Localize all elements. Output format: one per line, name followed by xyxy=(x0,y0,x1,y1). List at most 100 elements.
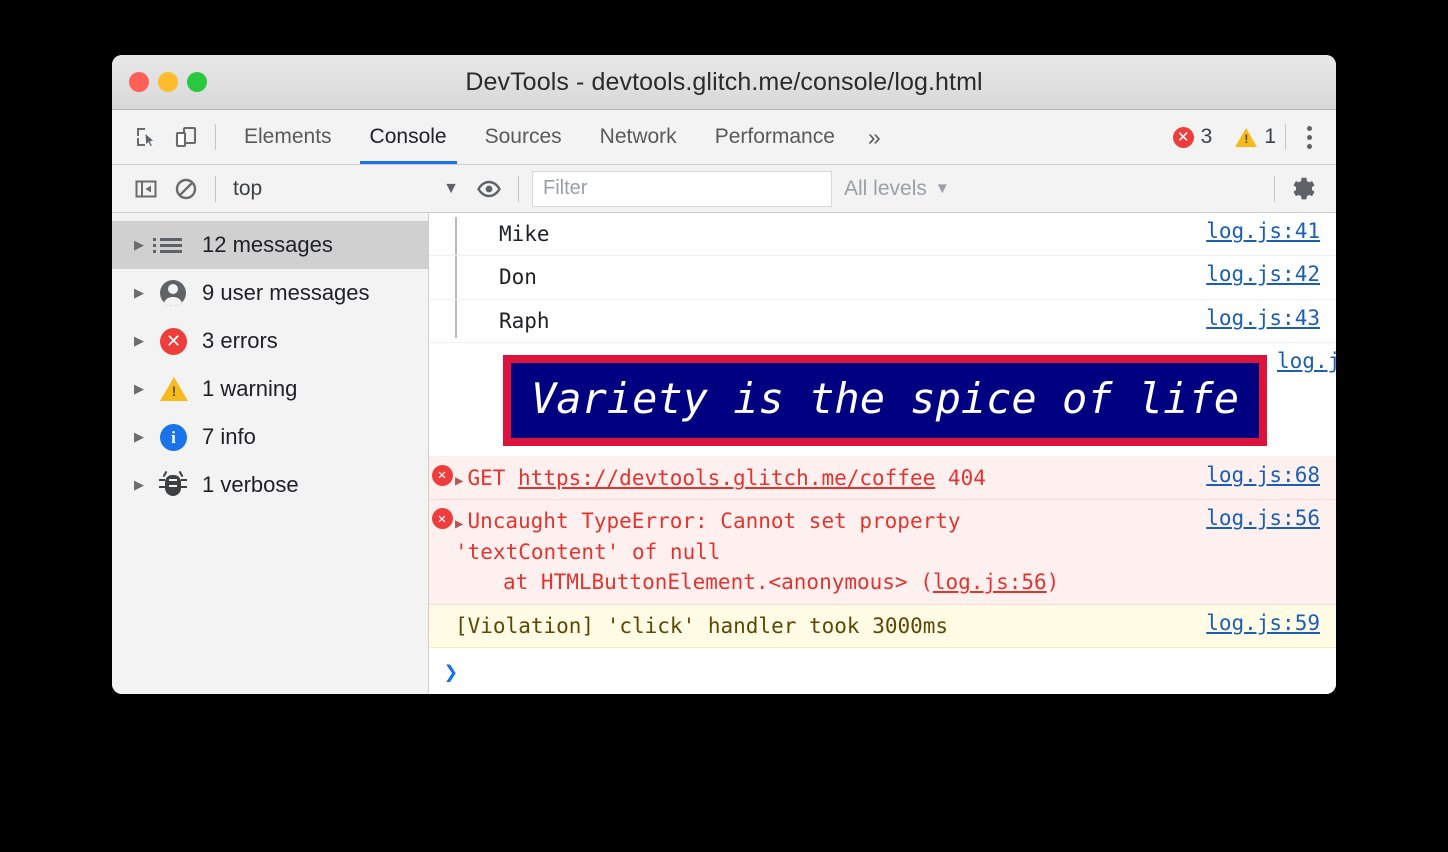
prompt-caret-icon: ❯ xyxy=(443,658,459,686)
settings-gear-icon[interactable] xyxy=(1284,169,1324,209)
tab-console-label: Console xyxy=(369,125,447,148)
message-source-link[interactable]: log.js:59 xyxy=(1206,611,1336,635)
console-body: ▶ 12 messages ▶ 9 user messages ▶ ✕ 3 er… xyxy=(112,213,1336,694)
expand-arrow-icon[interactable]: ▶ xyxy=(455,473,463,489)
clear-console-icon[interactable] xyxy=(166,169,206,209)
sidebar-item-errors[interactable]: ▶ ✕ 3 errors xyxy=(112,317,428,365)
counts-divider xyxy=(1285,124,1286,150)
message-text: ▶ Uncaught TypeError: Cannot set property… xyxy=(455,506,1206,597)
exception-stack-frame: at HTMLButtonElement.<anonymous> (log.js… xyxy=(455,567,1196,597)
exception-message-line-1: Uncaught TypeError: Cannot set property xyxy=(467,509,961,534)
sidebar-item-label: 3 errors xyxy=(202,328,278,353)
sidebar-item-info[interactable]: ▶ i 7 info xyxy=(112,413,428,461)
tab-network[interactable]: Network xyxy=(581,110,696,164)
sidebar-item-user-messages[interactable]: ▶ 9 user messages xyxy=(112,269,428,317)
error-icon: ✕ xyxy=(431,508,453,530)
message-gutter: ✕ xyxy=(429,463,455,486)
chevron-down-icon: ▼ xyxy=(443,179,459,197)
tab-performance[interactable]: Performance xyxy=(696,110,854,164)
sidebar-item-label: 1 verbose xyxy=(202,472,299,497)
list-icon xyxy=(153,237,202,253)
message-source-link[interactable]: log.js:68 xyxy=(1206,463,1336,487)
message-text: Variety is the spice of life xyxy=(455,349,1277,456)
error-count-icon: ✕ xyxy=(1172,126,1194,148)
more-tabs-button[interactable]: » xyxy=(854,110,895,164)
log-levels-select[interactable]: All levels ▼ xyxy=(844,177,950,201)
stack-frame-link[interactable]: log.js:56 xyxy=(933,570,1047,594)
create-live-expression-icon[interactable] xyxy=(469,169,509,209)
console-error-row-network[interactable]: ✕ ▶ GET https://devtools.glitch.me/coffee… xyxy=(429,456,1336,501)
message-gutter xyxy=(429,306,455,308)
window-title: DevTools - devtools.glitch.me/console/lo… xyxy=(465,67,983,96)
tab-sources[interactable]: Sources xyxy=(466,110,581,164)
info-icon: i xyxy=(160,423,202,451)
message-text: ▶ GET https://devtools.glitch.me/coffee 4… xyxy=(455,463,1206,493)
expand-arrow-icon[interactable]: ▶ xyxy=(134,381,160,397)
sidebar-item-label: 12 messages xyxy=(202,232,333,257)
issue-counts[interactable]: ✕ 3 1 xyxy=(1172,125,1276,149)
console-message-row[interactable]: Don log.js:42 xyxy=(429,256,1336,300)
tab-sources-label: Sources xyxy=(484,125,562,148)
stack-frame-prefix: at HTMLButtonElement.<anonymous> ( xyxy=(503,570,933,595)
message-text: [Violation] 'click' handler took 3000ms xyxy=(455,613,949,638)
inspect-element-icon[interactable] xyxy=(126,117,166,157)
devtools-window: DevTools - devtools.glitch.me/console/lo… xyxy=(112,55,1336,694)
message-text: Raph xyxy=(499,308,550,333)
expand-arrow-icon[interactable]: ▶ xyxy=(134,285,160,301)
console-message-row[interactable]: Mike log.js:41 xyxy=(429,213,1336,257)
warning-count-value: 1 xyxy=(1264,125,1276,148)
show-console-sidebar-icon[interactable] xyxy=(126,169,166,209)
message-gutter: ✕ xyxy=(429,506,455,530)
message-source-link[interactable]: log.js:42 xyxy=(1206,262,1336,286)
stack-frame-suffix: ) xyxy=(1046,570,1060,595)
kebab-dot xyxy=(1307,143,1312,149)
warning-count-icon xyxy=(1235,127,1258,147)
kebab-menu-icon[interactable] xyxy=(1295,120,1324,155)
message-source-link[interactable]: log.js:43 xyxy=(1206,306,1336,330)
expand-arrow-icon[interactable]: ▶ xyxy=(134,429,160,445)
close-window-button[interactable] xyxy=(129,72,149,92)
kebab-dot xyxy=(1307,134,1312,140)
message-text: Mike xyxy=(499,222,550,246)
styled-banner: Variety is the spice of life xyxy=(503,355,1268,446)
tab-elements[interactable]: Elements xyxy=(225,110,351,164)
sidebar-item-verbose[interactable]: ▶ 1 verbose xyxy=(112,461,428,509)
console-message-row[interactable]: Raph log.js:43 xyxy=(429,299,1336,344)
console-toolbar: top ▼ Filter All levels ▼ xyxy=(112,165,1336,213)
expand-arrow-icon[interactable]: ▶ xyxy=(134,237,160,253)
expand-arrow-icon[interactable]: ▶ xyxy=(134,333,160,349)
filter-placeholder: Filter xyxy=(543,177,588,199)
toolbar-divider-2 xyxy=(518,175,519,202)
log-levels-value: All levels xyxy=(844,176,927,200)
message-gutter xyxy=(429,219,455,221)
expand-arrow-icon[interactable]: ▶ xyxy=(455,516,463,532)
maximize-window-button[interactable] xyxy=(187,72,207,92)
message-source-link[interactable]: log.js:56 xyxy=(1206,506,1336,530)
error-icon: ✕ xyxy=(160,327,202,355)
warning-icon xyxy=(160,377,202,401)
console-warning-row-violation[interactable]: [Violation] 'click' handler took 3000ms … xyxy=(429,604,1336,648)
traffic-lights xyxy=(129,72,207,92)
console-messages[interactable]: Mike log.js:41 Don log.js:42 Raph log.js… xyxy=(429,213,1336,694)
console-error-row-exception[interactable]: ✕ ▶ Uncaught TypeError: Cannot set proper… xyxy=(429,500,1336,605)
console-styled-message-row[interactable]: Variety is the spice of life log.js:52 xyxy=(429,343,1336,457)
sidebar-item-label: 1 warning xyxy=(202,376,298,401)
error-count-value: 3 xyxy=(1200,125,1213,148)
minimize-window-button[interactable] xyxy=(158,72,178,92)
message-source-link[interactable]: log.js:52 xyxy=(1277,349,1336,373)
tab-performance-label: Performance xyxy=(714,125,835,148)
message-text: Don xyxy=(499,265,537,290)
expand-arrow-icon[interactable]: ▶ xyxy=(134,477,160,493)
tab-console[interactable]: Console xyxy=(351,110,466,164)
tabbar-divider xyxy=(215,124,216,150)
request-url[interactable]: https://devtools.glitch.me/coffee xyxy=(518,466,935,490)
request-method: GET xyxy=(467,465,506,490)
sidebar-item-warnings[interactable]: ▶ 1 warning xyxy=(112,365,428,413)
device-toolbar-icon[interactable] xyxy=(166,117,206,157)
filter-input[interactable]: Filter xyxy=(532,170,832,207)
message-source-link[interactable]: log.js:41 xyxy=(1206,219,1336,243)
panel-tabs: Elements Console Sources Network Perform… xyxy=(225,110,895,164)
console-prompt[interactable]: ❯ xyxy=(429,648,1336,694)
execution-context-select[interactable]: top ▼ xyxy=(225,177,469,201)
sidebar-item-all-messages[interactable]: ▶ 12 messages xyxy=(112,221,428,269)
